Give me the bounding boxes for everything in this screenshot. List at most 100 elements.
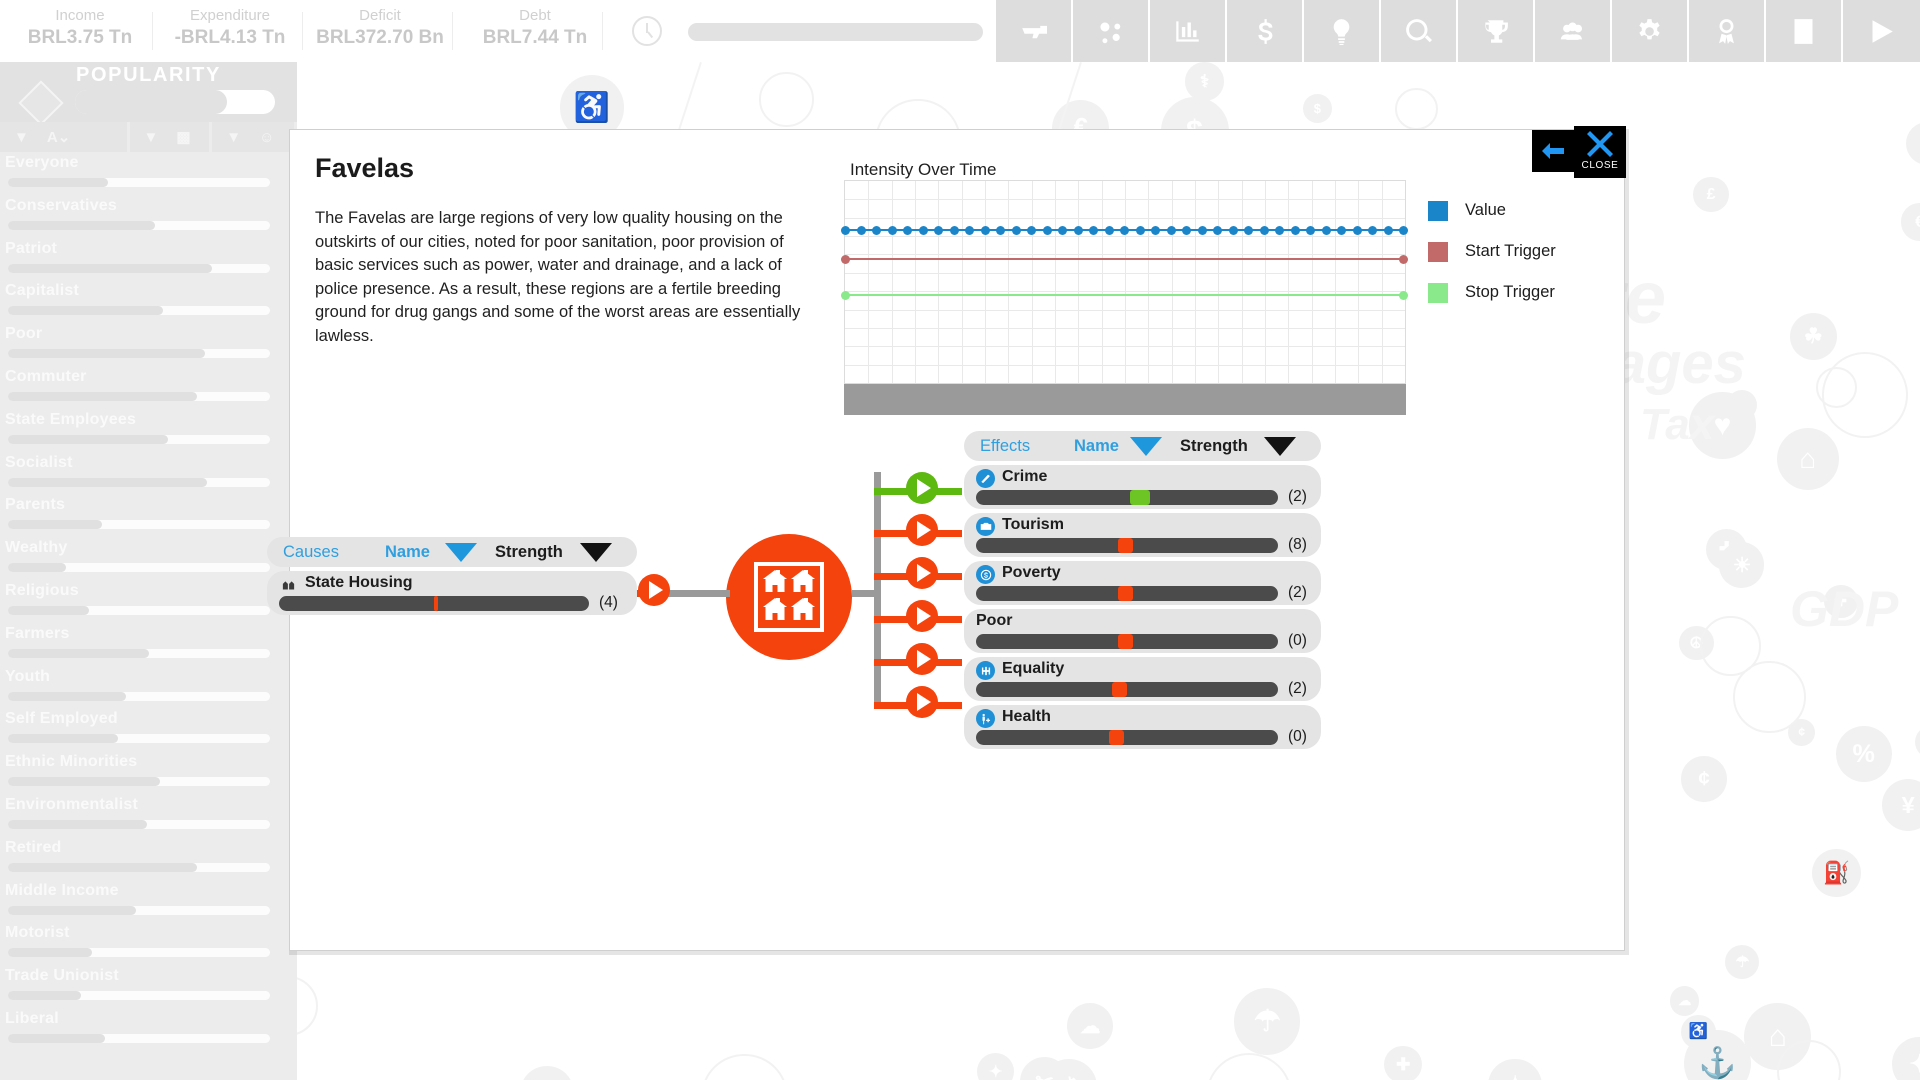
effect-connector-arrow[interactable]: [906, 472, 938, 504]
favelas-dialog: Favelas The Favelas are large regions of…: [267, 129, 1625, 951]
strength-slider[interactable]: [976, 682, 1278, 697]
popularity-group-row[interactable]: Retired: [0, 839, 297, 882]
popularity-group-row[interactable]: Capitalist: [0, 282, 297, 325]
background-watermark-ring: [1205, 1052, 1292, 1080]
popularity-group-row[interactable]: Trade Unionist: [0, 967, 297, 1010]
search-icon[interactable]: [1381, 0, 1458, 62]
list-item[interactable]: Poverty (2): [964, 561, 1321, 605]
popularity-group-row[interactable]: Religious: [0, 582, 297, 625]
causes-name-sort-chevron-down-icon[interactable]: [445, 543, 477, 562]
close-button[interactable]: CLOSE: [1574, 126, 1626, 178]
chevron-down-icon[interactable]: ▼: [226, 129, 241, 146]
bar-chart-icon[interactable]: [1150, 0, 1227, 62]
smiley-icon[interactable]: ☺: [259, 129, 274, 146]
effect-connector-arrow[interactable]: [906, 557, 938, 589]
popularity-group-label: State Employees: [5, 410, 137, 428]
turn-progress-bar[interactable]: [688, 23, 983, 41]
sort-down-icon[interactable]: ▼: [14, 129, 29, 146]
effect-connector-arrow[interactable]: [906, 686, 938, 718]
list-item[interactable]: Equality (2): [964, 657, 1321, 701]
causes-strength-sort-chevron-down-icon[interactable]: [580, 543, 612, 562]
popularity-group-row[interactable]: Commuter: [0, 368, 297, 411]
legend-swatch: [1428, 241, 1448, 262]
trophy-icon[interactable]: [1458, 0, 1535, 62]
popularity-group-row[interactable]: Parents: [0, 496, 297, 539]
effects-strength-sort-chevron-down-icon[interactable]: [1264, 437, 1296, 456]
popularity-sidebar: POPULARITY ▼ A⌄ ▼ ▩ ▼ ☺ Everyone Conservatives…: [0, 62, 297, 1080]
popularity-group-row[interactable]: Conservatives: [0, 197, 297, 240]
popularity-group-row[interactable]: Motorist: [0, 924, 297, 967]
strength-slider-handle[interactable]: [1130, 490, 1151, 505]
chevron-down-icon[interactable]: ▼: [144, 129, 159, 146]
popularity-group-row[interactable]: Patriot: [0, 240, 297, 283]
gun-icon[interactable]: [996, 0, 1073, 62]
play-icon[interactable]: [1843, 0, 1920, 62]
strength-slider-handle[interactable]: [1117, 538, 1133, 553]
list-item[interactable]: Poor (0): [964, 609, 1321, 653]
list-item[interactable]: Health (0): [964, 705, 1321, 749]
sort-alpha-icon[interactable]: A⌄: [47, 128, 70, 146]
popularity-group-row[interactable]: State Employees: [0, 411, 297, 454]
strength-slider-handle[interactable]: [1117, 586, 1133, 601]
list-item[interactable]: State Housing (4): [267, 571, 637, 615]
list-item[interactable]: Crime (2): [964, 465, 1321, 509]
strength-slider-handle[interactable]: [1117, 634, 1133, 649]
popularity-search-input[interactable]: [75, 90, 275, 114]
causes-sort-by-name[interactable]: Name: [385, 543, 430, 562]
strength-slider-handle[interactable]: [1108, 730, 1124, 745]
document-icon[interactable]: [1766, 0, 1843, 62]
back-button[interactable]: [1532, 130, 1574, 172]
causes-sort-by-strength[interactable]: Strength: [495, 543, 563, 562]
popularity-group-row[interactable]: Poor: [0, 325, 297, 368]
strength-slider[interactable]: [976, 730, 1278, 745]
close-button-label: CLOSE: [1581, 160, 1619, 171]
popularity-group-row[interactable]: Self Employed: [0, 710, 297, 753]
effect-connector-arrow[interactable]: [906, 643, 938, 675]
list-item[interactable]: Tourism (8): [964, 513, 1321, 557]
favelas-node[interactable]: [726, 534, 852, 660]
popularity-group-row[interactable]: Everyone: [0, 154, 297, 197]
equality-icon: [976, 661, 995, 680]
dollar-icon[interactable]: [1227, 0, 1304, 62]
popularity-group-row[interactable]: Environmentalist: [0, 796, 297, 839]
chart-endpoint-marker: [841, 254, 850, 264]
effects-sort-by-strength[interactable]: Strength: [1180, 437, 1248, 456]
award-ribbon-icon[interactable]: [1689, 0, 1766, 62]
effects-sort-by-name[interactable]: Name: [1074, 437, 1119, 456]
effects-name-sort-chevron-down-icon[interactable]: [1130, 437, 1162, 456]
popularity-group-row[interactable]: Ethnic Minorities: [0, 753, 297, 796]
background-watermark-icon: ☂: [1725, 944, 1760, 979]
popularity-group-row[interactable]: Socialist: [0, 454, 297, 497]
popularity-group-label: Youth: [5, 667, 51, 685]
chart-gridline-vertical: [1102, 181, 1103, 383]
voters-icon[interactable]: [1535, 0, 1612, 62]
strength-value: (2): [1288, 488, 1307, 505]
effect-connector-arrow[interactable]: [906, 514, 938, 546]
strength-slider[interactable]: [976, 490, 1278, 505]
strength-slider-handle[interactable]: [434, 596, 438, 611]
causes-panel: Causes Name Strength State Housing (4): [267, 537, 637, 615]
policy-bubbles-icon[interactable]: [1073, 0, 1150, 62]
gear-icon[interactable]: [1612, 0, 1689, 62]
list-item-label: Health: [1002, 708, 1051, 725]
lightbulb-icon[interactable]: [1304, 0, 1381, 62]
groups-icon[interactable]: ▩: [176, 128, 190, 146]
chart-gridline-vertical: [868, 181, 869, 383]
popularity-search-fill: [75, 90, 227, 114]
chart-legend: Value Start Trigger Stop Trigger: [1428, 190, 1556, 313]
popularity-group-row[interactable]: Youth: [0, 668, 297, 711]
effect-connector-arrow[interactable]: [906, 600, 938, 632]
cause-connector-arrow[interactable]: [638, 574, 670, 606]
stat-expenditure: Expenditure -BRL4.13 Tn: [155, 6, 305, 50]
popularity-group-row[interactable]: Middle Income: [0, 882, 297, 925]
chart-data-point: [1151, 225, 1160, 235]
strength-slider-handle[interactable]: [1111, 682, 1127, 697]
popularity-toolbar-group-1: ▼ A⌄: [0, 122, 130, 152]
popularity-group-row[interactable]: Farmers: [0, 625, 297, 668]
popularity-group-row[interactable]: Wealthy: [0, 539, 297, 582]
stat-divider: [302, 12, 303, 50]
popularity-group-row[interactable]: Liberal: [0, 1010, 297, 1053]
chart-data-point: [1074, 225, 1083, 235]
background-watermark-ring: [1700, 615, 1761, 677]
strength-value: (0): [1288, 728, 1307, 745]
